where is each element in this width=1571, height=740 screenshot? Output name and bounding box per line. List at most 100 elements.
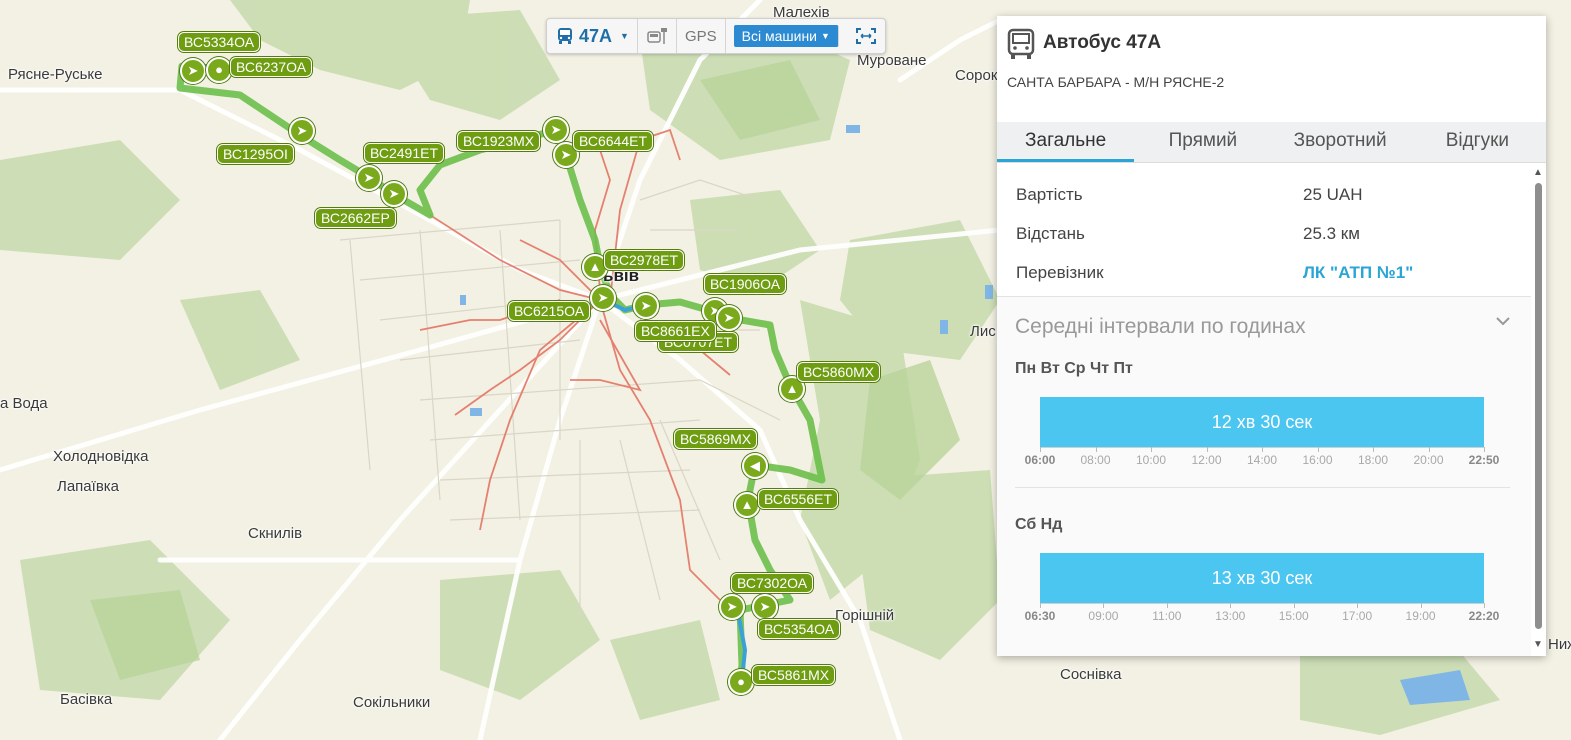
bus-plate-label[interactable]: ВС1295ОІ (217, 144, 294, 164)
bus-icon (1007, 28, 1035, 59)
bus-plate-label[interactable]: ВС2662ЕР (315, 208, 396, 228)
intervals-header[interactable]: Середні інтервали по годинах (1015, 315, 1306, 339)
tick-mark (1262, 447, 1263, 452)
arrow-icon[interactable]: ➤ (590, 285, 616, 311)
panel-tabs: Загальне Прямий Зворотний Відгуки (997, 122, 1546, 163)
tick-mark (1420, 603, 1422, 608)
tick-mark (1317, 447, 1319, 452)
tick-label: 19:00 (1405, 609, 1436, 623)
carrier-link[interactable]: ЛК "АТП №1" (1303, 263, 1413, 283)
place-label: Лапаївка (57, 478, 120, 495)
tick-mark (1230, 603, 1232, 608)
place-label: Горішній (835, 607, 895, 624)
place-label: Лис (970, 323, 996, 340)
arrow-left-icon[interactable]: ➤ (180, 58, 206, 84)
tick-mark (1040, 603, 1041, 608)
place-label: Муроване (857, 52, 927, 69)
tick-label: 13:00 (1215, 609, 1246, 623)
tab-general[interactable]: Загальне (997, 122, 1135, 162)
info-row-price: Вартість 25 UAH (1016, 185, 1363, 205)
stop-dot-icon[interactable]: ● (728, 669, 754, 695)
bus-plate-label[interactable]: ВС5869МХ (674, 429, 758, 449)
tick-label: 15:00 (1278, 609, 1309, 623)
chevron-down-icon[interactable] (1495, 313, 1511, 329)
bus-plate-label[interactable]: ВС6237ОА (230, 57, 313, 77)
tick-label: 18:00 (1357, 453, 1389, 467)
bus-plate-label[interactable]: ВС2491ЕТ (364, 143, 445, 163)
vehicles-filter-label: Всі машини (741, 28, 817, 44)
tick-label: 12:00 (1191, 453, 1222, 467)
tab-reverse[interactable]: Зворотний (1272, 122, 1409, 162)
tick-mark (1484, 603, 1485, 608)
arrow-up-icon[interactable]: ▲ (734, 492, 760, 518)
tick-label: 20:00 (1413, 453, 1444, 467)
tick-mark (1373, 447, 1374, 452)
panel-scrollbar[interactable]: ▲ ▼ (1532, 163, 1544, 656)
tick-label: 09:00 (1088, 609, 1119, 623)
tick-label: 17:00 (1342, 609, 1373, 623)
place-label: Холодновідка (53, 448, 149, 465)
bus-plate-label[interactable]: ВС1906ОА (704, 274, 787, 294)
info-row-distance: Відстань 25.3 км (1016, 224, 1360, 244)
bus-plate-label[interactable]: ВС6215ОА (508, 301, 591, 321)
bus-stop-icon (647, 28, 667, 44)
tick-mark (1040, 447, 1041, 452)
scroll-down-icon[interactable]: ▼ (1533, 639, 1543, 650)
tab-reviews[interactable]: Відгуки (1409, 122, 1546, 162)
arrow-right-icon[interactable]: ➤ (752, 594, 778, 620)
expand-icon (855, 28, 876, 44)
info-label: Вартість (1016, 185, 1083, 204)
bus-plate-label[interactable]: ВС5860МХ (797, 362, 881, 382)
route-selector-button[interactable]: 47А ▼ (547, 19, 638, 53)
stop-dot-icon[interactable]: ● (206, 57, 232, 83)
place-label: Соснівка (1060, 666, 1122, 683)
bus-plate-label[interactable]: ВС8661ЕХ (635, 321, 716, 341)
bus-plate-label[interactable]: ВС7302ОА (731, 573, 814, 593)
tick-label: 14:00 (1246, 453, 1278, 467)
scrollbar-thumb[interactable] (1535, 183, 1542, 629)
tick-mark (1428, 447, 1430, 452)
tick-label: 06:30 (1024, 609, 1056, 623)
vehicles-filter-dropdown[interactable]: Всі машини ▼ (733, 25, 839, 47)
bus-plate-label[interactable]: ВС5354ОА (758, 619, 841, 639)
tick-label: 22:20 (1468, 609, 1500, 623)
bus-plate-label[interactable]: ВС5861МХ (752, 665, 836, 685)
bus-stop-toggle-button[interactable] (638, 19, 677, 53)
arrow-icon[interactable]: ➤ (543, 117, 569, 143)
panel-title: Автобус 47А (1043, 32, 1162, 53)
bus-plate-label[interactable]: ВС6644ЕТ (573, 131, 654, 151)
arrow-right-icon[interactable]: ➤ (716, 305, 742, 331)
place-label: Басівка (60, 691, 113, 708)
chevron-down-icon: ▼ (821, 31, 830, 41)
bus-plate-label[interactable]: ВС2978ЕТ (604, 250, 685, 270)
intervals-section: Середні інтервали по годинах Пн Вт Ср Чт… (997, 297, 1531, 656)
route-name: САНТА БАРБАРА - М/Н РЯСНЕ-2 (1007, 74, 1225, 90)
weekdays-label: Пн Вт Ср Чт Пт (1015, 360, 1133, 377)
weekend-label: Сб Нд (1015, 516, 1063, 533)
info-label: Перевізник (1016, 263, 1104, 282)
arrow-icon[interactable]: ➤ (719, 594, 745, 620)
bus-icon (558, 28, 572, 44)
place-label: Скнилів (248, 525, 303, 542)
gps-button[interactable]: GPS (677, 19, 726, 53)
tick-mark (1166, 603, 1168, 608)
place-label: Ниж (1548, 636, 1571, 653)
arrow-left-icon[interactable]: ◀ (742, 453, 768, 479)
bus-plate-label[interactable]: ВС5334ОА (178, 32, 261, 52)
tick-label: 08:00 (1080, 453, 1111, 467)
bus-plate-label[interactable]: ВС1923МХ (457, 131, 541, 151)
info-value: 25.3 км (1303, 224, 1360, 243)
fit-bounds-button[interactable] (847, 19, 885, 53)
tab-forward[interactable]: Прямий (1134, 122, 1271, 162)
place-label: Сорок (955, 67, 998, 84)
bus-plate-label[interactable]: ВС6556ЕТ (758, 489, 839, 509)
arrow-icon[interactable]: ➤ (381, 181, 407, 207)
weekend-interval-bar: 13 хв 30 сек (1040, 553, 1484, 603)
arrow-right-icon[interactable]: ➤ (633, 293, 659, 319)
arrow-icon[interactable]: ➤ (356, 165, 382, 191)
scroll-up-icon[interactable]: ▲ (1533, 167, 1543, 178)
panel-content[interactable]: Вартість 25 UAH Відстань 25.3 км Перевіз… (997, 163, 1531, 656)
tick-mark (1103, 603, 1105, 608)
info-value: 25 UAH (1303, 185, 1363, 204)
arrow-icon[interactable]: ➤ (289, 118, 315, 144)
